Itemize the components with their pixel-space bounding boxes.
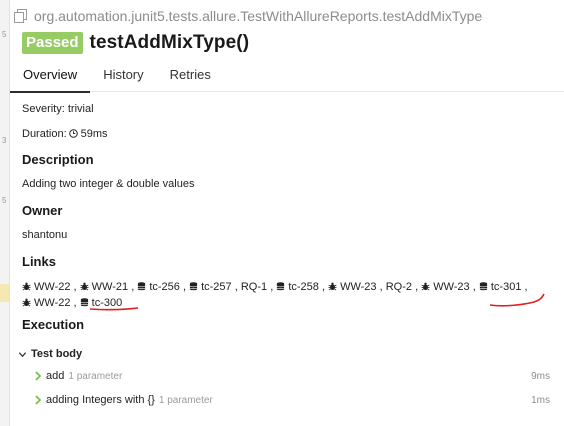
link-separator: , xyxy=(182,281,187,293)
bug-icon xyxy=(421,280,430,291)
annotation-underline xyxy=(489,293,545,307)
link-label: RQ-2 xyxy=(385,281,413,293)
step-row[interactable]: add 1 parameter 9ms xyxy=(34,366,550,386)
step-row[interactable]: adding Integers with {} 1 parameter 1ms xyxy=(34,390,550,410)
duration-value: 59ms xyxy=(80,128,108,140)
chevron-down-icon xyxy=(18,351,27,357)
link-label: WW-23 xyxy=(433,281,470,293)
links-heading-wrap: Links xyxy=(22,254,56,269)
link-item[interactable]: WW-23 xyxy=(421,280,470,293)
title-row: Passed testAddMixType() xyxy=(22,32,564,54)
left-panel-mark: 5 xyxy=(2,196,7,205)
link-item[interactable]: WW-22 xyxy=(22,281,70,293)
owner-text: shantonu xyxy=(22,229,68,241)
link-separator: , xyxy=(131,281,135,293)
step-time: 9ms xyxy=(531,370,550,382)
link-label: tc-258 xyxy=(288,281,319,293)
status-badge: Passed xyxy=(22,32,83,54)
link-item[interactable]: WW-21 xyxy=(80,281,128,293)
left-panel-highlight xyxy=(0,284,9,302)
link-separator: , xyxy=(270,281,274,293)
duration-label: Duration: xyxy=(22,128,67,140)
link-separator: , xyxy=(472,281,476,293)
test-body: Test body add 1 parameter 9ms adding Int… xyxy=(18,345,552,406)
test-header: org.automation.junit5.tests.allure.TestW… xyxy=(14,6,564,54)
tab-history[interactable]: History xyxy=(90,61,156,91)
description-heading: Description xyxy=(22,152,94,167)
execution-heading: Execution xyxy=(22,317,85,332)
tab-overview[interactable]: Overview xyxy=(10,61,91,93)
description-section: Description Adding two integer & double … xyxy=(22,152,194,190)
step-params: 1 parameter xyxy=(158,394,213,406)
database-icon xyxy=(479,280,488,291)
owner-section: Owner shantonu xyxy=(22,203,67,241)
left-panel-mark: 3 xyxy=(2,136,7,145)
bug-icon xyxy=(80,280,89,291)
database-icon xyxy=(189,280,198,291)
clock-icon xyxy=(68,126,78,138)
step-name: adding Integers with {} xyxy=(46,394,155,406)
test-path: org.automation.junit5.tests.allure.TestW… xyxy=(14,6,564,26)
tab-retries[interactable]: Retries xyxy=(157,61,224,91)
link-separator: , xyxy=(415,281,419,293)
bug-icon xyxy=(22,296,31,307)
page-title: testAddMixType() xyxy=(89,32,250,53)
overview-panel: Severity: trivial Duration: 59ms Descript… xyxy=(18,100,554,406)
link-item[interactable]: tc-256 xyxy=(137,281,180,293)
link-label: tc-256 xyxy=(149,281,180,293)
step-name: add xyxy=(46,370,65,382)
execution-heading-wrap: Execution xyxy=(22,317,84,332)
link-item[interactable]: tc-258 xyxy=(276,281,319,293)
link-label: WW-23 xyxy=(340,281,377,293)
link-label: WW-22 xyxy=(34,297,71,309)
step-time: 1ms xyxy=(531,394,550,406)
test-body-toggle[interactable]: Test body xyxy=(18,345,552,363)
link-label: RQ-1 xyxy=(240,281,268,293)
description-text: Adding two integer & double values xyxy=(22,178,195,190)
tab-bar: Overview History Retries xyxy=(10,61,564,93)
step-params: 1 parameter xyxy=(68,370,123,382)
link-item[interactable]: WW-22 xyxy=(22,297,70,309)
duration-line: Duration: 59ms xyxy=(22,125,554,143)
bug-icon xyxy=(22,280,31,291)
link-separator: , xyxy=(234,281,238,293)
link-item[interactable]: RQ-1 xyxy=(241,281,267,293)
link-item[interactable]: WW-23 xyxy=(328,280,377,293)
links-heading: Links xyxy=(22,254,56,269)
database-icon xyxy=(137,280,146,291)
test-body-label: Test body xyxy=(31,348,83,360)
test-full-name: org.automation.junit5.tests.allure.TestW… xyxy=(34,8,483,24)
link-separator: , xyxy=(321,281,326,293)
copy-icon[interactable] xyxy=(14,8,30,24)
owner-heading: Owner xyxy=(22,203,63,218)
link-item[interactable]: tc-257 xyxy=(189,281,232,293)
chevron-right-icon xyxy=(35,371,42,381)
link-separator: , xyxy=(73,281,77,293)
link-label: WW-21 xyxy=(91,281,129,293)
link-separator: , xyxy=(379,281,383,293)
link-label: tc-257 xyxy=(201,281,232,293)
left-panel-edge: 5 3 5 xyxy=(0,0,10,426)
left-panel-mark: 5 xyxy=(2,30,7,39)
severity-line: Severity: trivial xyxy=(22,103,94,115)
link-label: WW-22 xyxy=(34,281,71,293)
annotation-underline xyxy=(89,307,139,311)
bug-icon xyxy=(328,280,337,291)
link-item[interactable]: RQ-2 xyxy=(386,281,412,293)
chevron-right-icon xyxy=(35,395,42,405)
link-separator: , xyxy=(73,297,77,309)
database-icon xyxy=(276,280,285,291)
